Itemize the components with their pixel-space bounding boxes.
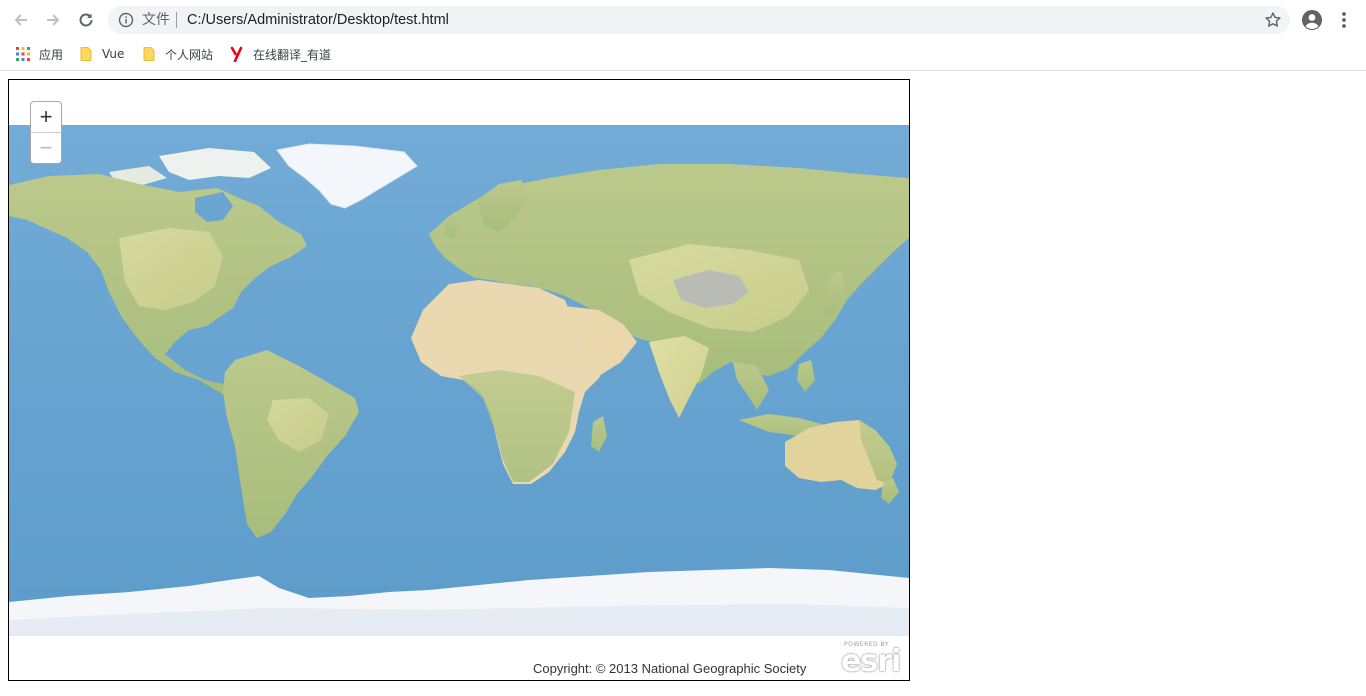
more-vert-icon[interactable] [1334,8,1354,32]
info-icon[interactable] [118,12,134,28]
world-map[interactable] [9,80,909,680]
bookmark-label: 应用 [39,47,64,62]
esri-logo[interactable]: POWERED BY esri [841,641,903,679]
reload-icon [79,13,93,27]
bookmark-label: 个人网站 [165,47,214,62]
zoom-control: + − [30,101,62,164]
browser-toolbar: 文件 C:/Users/Administrator/Desktop/test.h… [0,0,1366,40]
bookmarks-bar: 应用 Vue 个人网站 在线翻译_有道 [0,40,1366,71]
folder-icon [143,47,155,61]
folder-icon [80,47,92,61]
address-bar[interactable]: 文件 C:/Users/Administrator/Desktop/test.h… [108,6,1290,34]
bookmark-label: 在线翻译_有道 [253,47,332,62]
apps-grid-icon [16,47,30,61]
back-button[interactable] [9,8,33,32]
reload-button[interactable] [74,8,98,32]
file-label: 文件 [142,12,170,28]
address-divider [176,12,177,28]
map-attribution: Copyright: © 2013 National Geographic So… [533,661,807,676]
bookmark-label: Vue [102,47,125,61]
bookmark-vue[interactable]: Vue [78,43,124,65]
star-icon[interactable] [1264,11,1282,29]
attribution-divider [9,635,909,636]
account-icon[interactable] [1300,8,1324,32]
zoom-out-button[interactable]: − [31,133,61,163]
esri-logo-text: esri [841,644,901,679]
bookmark-youdao[interactable]: 在线翻译_有道 [229,43,331,65]
arrow-right-icon [47,14,60,26]
bookmark-personal-site[interactable]: 个人网站 [141,43,213,65]
forward-button[interactable] [41,8,65,32]
arrow-left-icon [14,14,27,26]
youdao-icon [230,46,243,62]
bookmark-apps[interactable]: 应用 [15,43,63,65]
url-text[interactable]: C:/Users/Administrator/Desktop/test.html [187,11,449,29]
map-container[interactable]: + − Copyright: © 2013 National Geographi… [8,79,910,681]
zoom-in-button[interactable]: + [31,102,61,133]
